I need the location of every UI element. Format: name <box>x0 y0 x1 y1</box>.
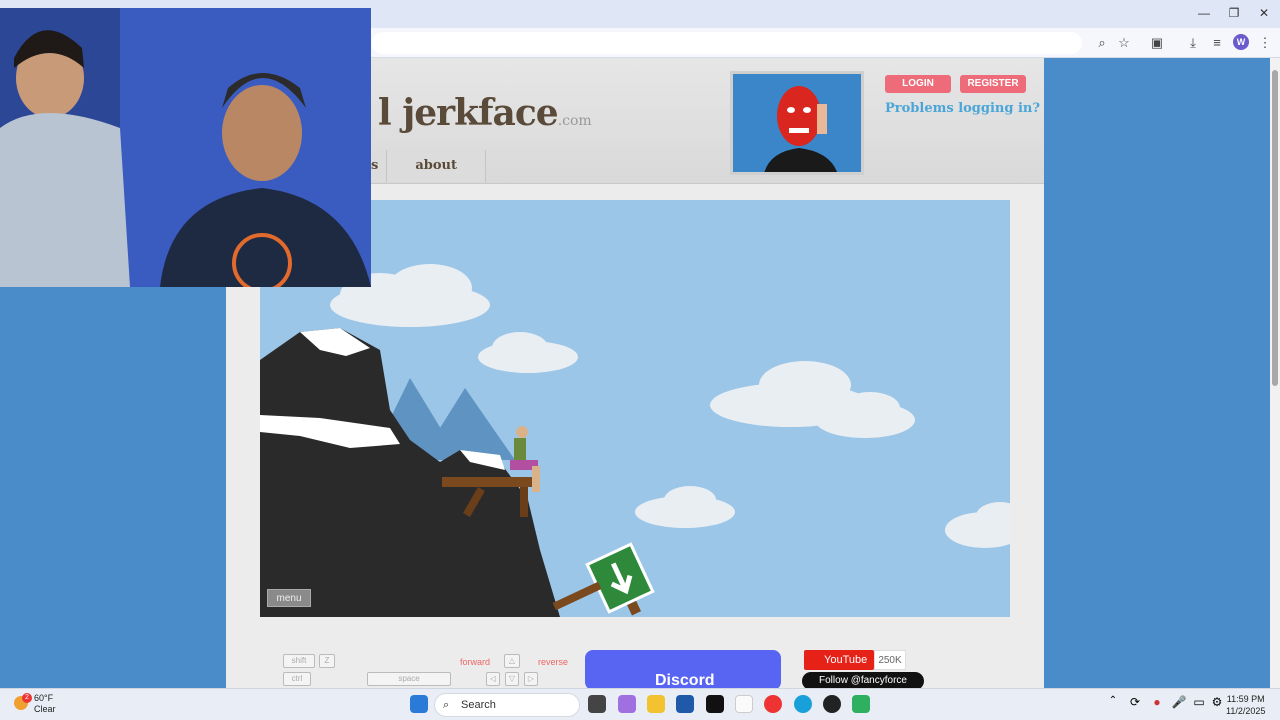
down-arrow-sign <box>585 542 655 616</box>
search-icon: ⌕ <box>443 699 450 711</box>
problems-logging-in-link[interactable]: Problems logging in? <box>885 101 1040 116</box>
youtube-button[interactable]: YouTube <box>804 650 874 670</box>
discord-button[interactable]: Discord <box>585 650 781 688</box>
display-icon[interactable]: ▭ <box>1190 695 1208 713</box>
settings-icon[interactable]: ⚙ <box>1208 695 1226 713</box>
forward-label: forward <box>460 657 491 667</box>
game-scene <box>260 264 1010 617</box>
media-app-icon[interactable] <box>852 695 870 713</box>
copilot-icon[interactable] <box>618 695 636 713</box>
taskbar-search[interactable]: ⌕ Search <box>434 693 580 717</box>
weather-desc: Clear <box>34 704 56 714</box>
logo-text: l jerkface <box>378 92 559 134</box>
app-icon[interactable] <box>823 695 841 713</box>
weather-widget[interactable]: 2 60°F Clear <box>14 693 56 715</box>
key-left: ◁ <box>486 672 500 686</box>
security-icon[interactable]: ● <box>1148 695 1166 713</box>
media-control-icon[interactable]: ≡ <box>1208 34 1226 52</box>
clock-date: 11/2/2025 <box>1226 706 1266 716</box>
twitter-follow-button[interactable]: Follow @fancyforce <box>802 672 924 688</box>
key-ctrl: ctrl <box>283 672 311 686</box>
site-logo[interactable]: l jerkface.com <box>378 92 592 134</box>
start-icon[interactable] <box>410 695 428 713</box>
reverse-label: reverse <box>538 657 569 667</box>
chrome-icon[interactable] <box>764 695 782 713</box>
key-space: space <box>367 672 451 686</box>
logo-suffix: .com <box>557 113 592 129</box>
weather-temp: 60°F <box>34 693 54 703</box>
windows-taskbar: 2 60°F Clear ⌕ Search ⌃ ⟳ ● 🎤 ▭ ⚙ 11:59 … <box>0 688 1280 720</box>
login-button[interactable]: LOGIN <box>885 75 951 93</box>
key-shift: shift <box>283 654 315 668</box>
key-up: △ <box>504 654 520 668</box>
nav-item-about[interactable]: about <box>387 150 486 182</box>
game-menu-button[interactable]: menu <box>267 589 311 607</box>
chevron-up-icon[interactable]: ⌃ <box>1104 695 1122 713</box>
restore-icon[interactable]: ❐ <box>1219 4 1249 22</box>
clock-time: 11:59 PM <box>1226 694 1265 704</box>
kebab-menu-icon[interactable]: ⋮ <box>1256 34 1274 52</box>
key-down: ▽ <box>505 672 519 686</box>
key-right: ▷ <box>524 672 538 686</box>
file-explorer-icon[interactable] <box>647 695 665 713</box>
key-z: Z <box>319 654 335 668</box>
search-placeholder: Search <box>461 699 496 711</box>
webcam-overlay <box>0 8 371 287</box>
profile-avatar[interactable]: W <box>1233 34 1249 50</box>
nav-item-partial[interactable]: s <box>371 150 388 182</box>
youtube-label: YouTube <box>824 654 868 666</box>
game-canvas[interactable]: menu <box>260 200 1010 617</box>
scrollbar-thumb[interactable] <box>1272 70 1278 386</box>
sync-icon[interactable]: ⟳ <box>1126 695 1144 713</box>
controls-legend: shift Z ctrl space forward △ reverse ◁ ▽… <box>226 648 1044 688</box>
notepad-icon[interactable] <box>735 695 753 713</box>
notification-badge: 2 <box>22 693 32 703</box>
register-button[interactable]: REGISTER <box>960 75 1026 93</box>
site-nav: s about <box>371 150 486 182</box>
address-bar[interactable] <box>372 32 1082 54</box>
close-icon[interactable]: ✕ <box>1249 4 1279 22</box>
tiktok-icon[interactable] <box>706 695 724 713</box>
avatar-image <box>733 74 861 172</box>
youtube-subscriber-count: 250K <box>874 650 906 670</box>
microphone-icon[interactable]: 🎤 <box>1170 695 1188 713</box>
system-clock[interactable]: 11:59 PM 11/2/2025 <box>1226 693 1265 717</box>
webcam-feed <box>0 8 371 287</box>
page-scrollbar[interactable] <box>1270 58 1280 688</box>
edge-icon[interactable] <box>794 695 812 713</box>
task-view-icon[interactable] <box>588 695 606 713</box>
tab-search-icon[interactable]: ▣ <box>1148 34 1166 52</box>
minimize-icon[interactable]: — <box>1189 4 1219 22</box>
bookmark-star-icon[interactable]: ☆ <box>1115 34 1133 52</box>
store-icon[interactable] <box>676 695 694 713</box>
discord-label: Discord <box>655 672 715 688</box>
user-avatar <box>730 71 864 175</box>
zoom-icon[interactable]: ⌕ <box>1093 34 1111 52</box>
download-icon[interactable]: ⤓ <box>1184 34 1202 52</box>
